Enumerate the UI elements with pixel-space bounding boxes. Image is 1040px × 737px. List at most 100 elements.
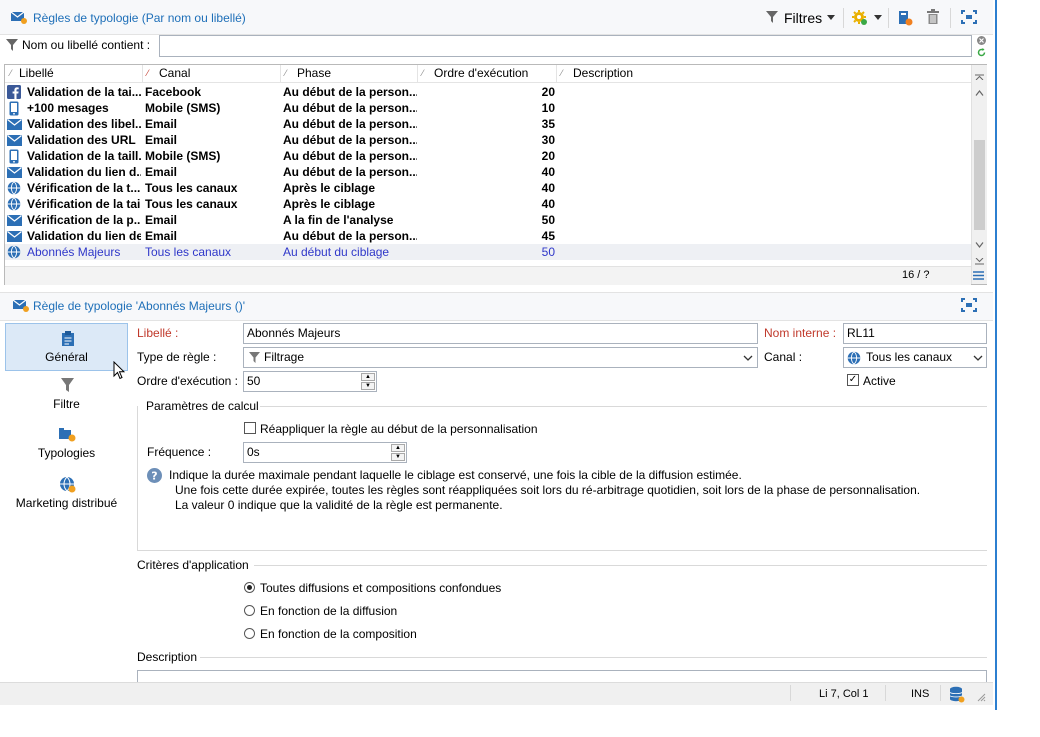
row-label: Validation de la tai... bbox=[27, 85, 141, 99]
column-channel[interactable]: Canal bbox=[143, 65, 281, 82]
tab-filter[interactable]: Filtre bbox=[5, 374, 128, 414]
row-channel: Email bbox=[145, 117, 178, 131]
detail-title: Règle de typologie 'Abonnés Majeurs ()' bbox=[33, 299, 246, 313]
row-phase: A la fin de l'analyse bbox=[283, 213, 394, 227]
frequency-input[interactable]: 0s bbox=[243, 442, 407, 463]
globe-icon bbox=[6, 180, 22, 196]
sort-marker: ⁄ bbox=[147, 68, 149, 78]
table-row[interactable]: +100 mesages Mobile (SMS) Au début de la p… bbox=[5, 100, 971, 116]
table-row[interactable]: Abonnés Majeurs Tous les canaux Au début d… bbox=[5, 244, 971, 260]
frequency-spin-up[interactable]: ▲ bbox=[391, 444, 405, 452]
order-caption: Ordre d'exécution : bbox=[137, 374, 239, 388]
channel-chevron-down-icon[interactable] bbox=[972, 353, 984, 363]
row-phase: Après le ciblage bbox=[283, 197, 376, 211]
resize-grip-icon[interactable] bbox=[976, 692, 986, 702]
table-row[interactable]: Validation du lien de Email Au début de la… bbox=[5, 228, 971, 244]
row-channel: Tous les canaux bbox=[145, 245, 232, 259]
row-label: +100 mesages bbox=[27, 101, 109, 115]
scroll-down-icon[interactable] bbox=[975, 237, 984, 248]
row-phase: Au début de la person... bbox=[283, 101, 417, 115]
filter-funnel-icon[interactable] bbox=[765, 10, 779, 24]
gear-dropdown-icon[interactable] bbox=[873, 12, 883, 22]
detail-maximize-icon[interactable] bbox=[960, 297, 978, 313]
tab-distributed-marketing[interactable]: Marketing distribué bbox=[5, 474, 128, 514]
filters-button[interactable]: Filtres bbox=[784, 10, 822, 26]
radio-by-composition-label: En fonction de la composition bbox=[260, 627, 417, 641]
column-description[interactable]: Description bbox=[557, 65, 971, 82]
row-label: Vérification de la tai... bbox=[27, 197, 141, 211]
globe-icon bbox=[6, 244, 22, 260]
column-label[interactable]: Libellé bbox=[5, 65, 143, 82]
label-input[interactable]: Abonnés Majeurs bbox=[243, 323, 758, 344]
cursor-position: Li 7, Col 1 bbox=[819, 688, 869, 700]
column-order[interactable]: Ordre d'exécution bbox=[418, 65, 557, 82]
scroll-bottom-icon[interactable] bbox=[975, 254, 984, 265]
table-row[interactable]: Validation du lien d... Email Au début de … bbox=[5, 164, 971, 180]
rules-list: Libellé Canal Phase Ordre d'exécution De… bbox=[4, 64, 987, 285]
table-row[interactable]: Validation des URL Email Au début de la pe… bbox=[5, 132, 971, 148]
label-caption: Libellé : bbox=[137, 326, 179, 340]
table-row[interactable]: Vérification de la p... Email A la fin de … bbox=[5, 212, 971, 228]
delete-trash-icon[interactable] bbox=[924, 8, 942, 26]
refresh-icon[interactable] bbox=[976, 47, 986, 57]
internal-name-input[interactable]: RL11 bbox=[843, 323, 987, 344]
table-row[interactable]: Vérification de la t... Tous les canaux Ap… bbox=[5, 180, 971, 196]
table-row[interactable]: Validation de la taill... Mobile (SMS) Au … bbox=[5, 148, 971, 164]
funnel-icon bbox=[60, 378, 74, 392]
database-icon[interactable] bbox=[948, 685, 966, 703]
clear-filter-icon[interactable] bbox=[976, 35, 986, 45]
list-menu-icon[interactable] bbox=[972, 269, 985, 281]
scroll-top-icon[interactable] bbox=[975, 69, 984, 81]
filter-label: Nom ou libellé contient : bbox=[22, 38, 151, 52]
radio-by-composition[interactable] bbox=[244, 628, 255, 639]
table-row[interactable]: Validation des libel... Email Au début de … bbox=[5, 116, 971, 132]
row-order: 10 bbox=[541, 101, 555, 115]
new-rule-icon[interactable] bbox=[896, 8, 914, 26]
active-checkbox[interactable]: ✓ bbox=[847, 374, 859, 386]
row-order: 20 bbox=[541, 85, 555, 99]
gear-settings-icon[interactable] bbox=[850, 8, 868, 26]
row-channel: Email bbox=[145, 165, 178, 179]
row-label: Validation du lien d... bbox=[27, 165, 141, 179]
row-channel: Tous les canaux bbox=[145, 181, 238, 195]
scroll-thumb[interactable] bbox=[974, 140, 985, 230]
order-spin-up[interactable]: ▲ bbox=[361, 373, 375, 381]
rule-type-chevron-down-icon[interactable] bbox=[742, 353, 754, 363]
maximize-icon[interactable] bbox=[960, 9, 978, 25]
channel-caption: Canal : bbox=[764, 350, 803, 364]
filters-dropdown-icon[interactable] bbox=[826, 12, 836, 22]
typology-rules-icon bbox=[10, 9, 28, 25]
clipboard-icon bbox=[61, 330, 75, 346]
order-spin-down[interactable]: ▼ bbox=[361, 382, 375, 390]
rule-type-funnel-icon bbox=[248, 351, 260, 363]
reapply-checkbox[interactable] bbox=[244, 422, 256, 434]
tab-general[interactable]: Général bbox=[5, 323, 128, 371]
rule-type-caption: Type de règle : bbox=[137, 350, 217, 364]
order-input[interactable]: 50 bbox=[243, 371, 377, 392]
calc-group-title: Paramètres de calcul bbox=[146, 399, 259, 413]
frequency-spin-down[interactable]: ▼ bbox=[391, 453, 405, 461]
rule-type-select[interactable]: Filtrage bbox=[243, 347, 758, 368]
globe-icon bbox=[6, 196, 22, 212]
tab-filter-label: Filtre bbox=[53, 397, 80, 411]
row-order: 30 bbox=[541, 133, 555, 147]
scroll-up-icon[interactable] bbox=[975, 85, 984, 96]
channel-select[interactable]: Tous les canaux bbox=[843, 347, 987, 368]
description-textarea[interactable] bbox=[137, 670, 987, 682]
typology-icon bbox=[58, 426, 76, 442]
row-phase: Au début de la person... bbox=[283, 117, 417, 131]
criteria-group-title: Critères d'application bbox=[137, 558, 249, 572]
mobile-icon bbox=[6, 100, 22, 116]
rule-detail-icon bbox=[12, 297, 30, 313]
row-phase: Au début de la person... bbox=[283, 133, 417, 147]
list-header: Libellé Canal Phase Ordre d'exécution De… bbox=[5, 65, 971, 83]
table-row[interactable]: Vérification de la tai... Tous les canaux… bbox=[5, 196, 971, 212]
filter-input[interactable] bbox=[159, 35, 972, 57]
radio-all-deliveries[interactable] bbox=[244, 582, 255, 593]
list-footer bbox=[5, 266, 971, 285]
list-scrollbar[interactable] bbox=[971, 65, 987, 284]
table-row[interactable]: Validation de la tai... Facebook Au début … bbox=[5, 84, 971, 100]
tab-typologies[interactable]: Typologies bbox=[5, 424, 128, 464]
radio-by-delivery[interactable] bbox=[244, 605, 255, 616]
column-phase[interactable]: Phase bbox=[281, 65, 418, 82]
